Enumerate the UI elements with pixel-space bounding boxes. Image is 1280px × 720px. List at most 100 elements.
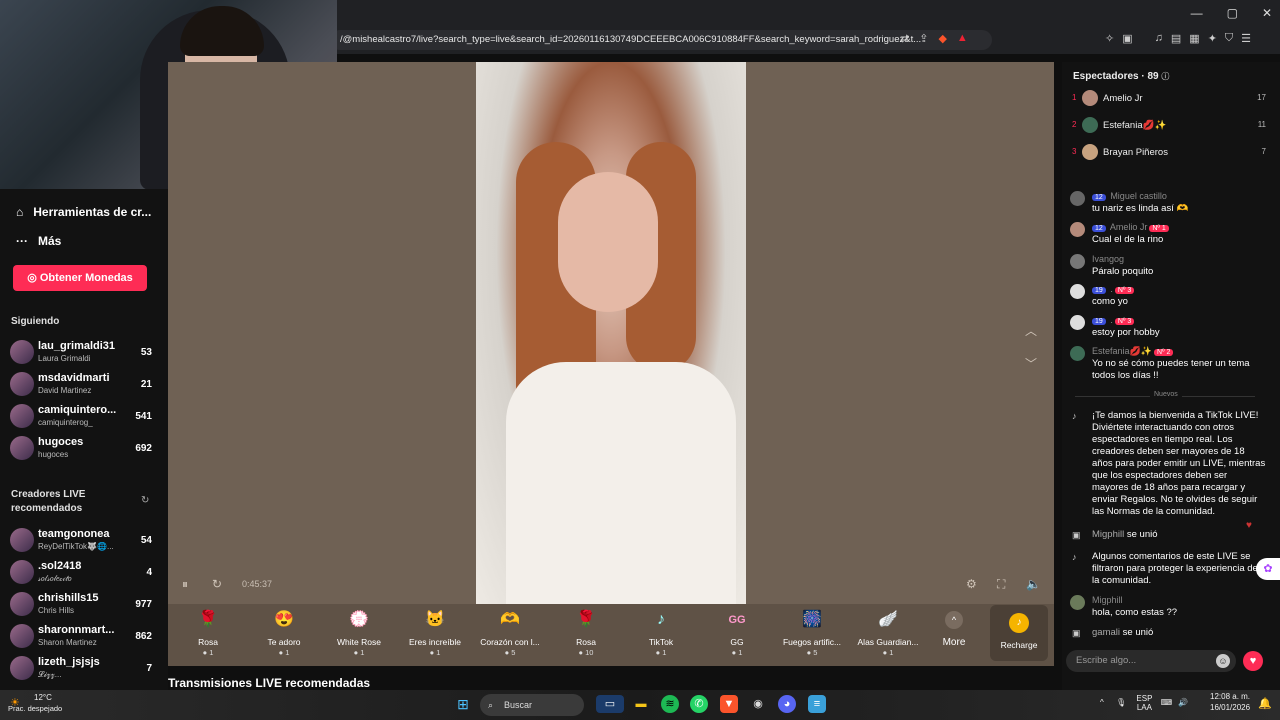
file-explorer-icon[interactable]: ▬: [632, 695, 650, 713]
following-account[interactable]: camiquintero... camiquinterog_ 541: [10, 402, 152, 432]
minimize-icon[interactable]: —: [1191, 6, 1203, 20]
weather-widget[interactable]: ☀ 12°C Prac. despejado: [8, 693, 62, 713]
windows-start-icon[interactable]: ⊞: [454, 695, 472, 713]
gift-item[interactable]: 🌹 Rosa ● 10: [553, 608, 619, 657]
following-account[interactable]: lau_grimaldi31 Laura Grimaldi 53: [10, 338, 152, 368]
search-icon: ⌕: [488, 700, 494, 710]
music-icon[interactable]: ♫: [1155, 32, 1163, 45]
following-title: Siguiendo: [11, 316, 60, 327]
recommended-account[interactable]: .sol2418 𝓈𝑜𝓁𝓈𝑜𝓁𝑒𝒸𝒾𝓉𝑜 4: [10, 558, 152, 588]
nav-more[interactable]: ··· Más: [16, 234, 61, 248]
live-video[interactable]: [476, 62, 746, 604]
whatsapp-icon[interactable]: ✆: [690, 695, 708, 713]
gift-item[interactable]: 🌹 Rosa ● 1: [175, 608, 241, 657]
get-coins-button[interactable]: ◎ Obtener Monedas: [13, 265, 147, 291]
taskbar-search[interactable]: ⌕ Buscar: [480, 694, 584, 716]
notification-icon[interactable]: 🔔: [1258, 697, 1272, 710]
avatar: [1070, 284, 1085, 299]
leo-icon[interactable]: ✦: [1208, 32, 1217, 45]
recharge-button[interactable]: ♪ Recharge: [990, 605, 1048, 661]
share-icon[interactable]: ⇪: [919, 32, 928, 45]
viewers-count[interactable]: Espectadores · 89 ⓘ: [1073, 71, 1169, 82]
reader-icon[interactable]: ▣: [1122, 32, 1132, 45]
discord-icon[interactable]: ◕: [778, 695, 796, 713]
menu-icon[interactable]: ☰: [1241, 32, 1251, 45]
gift-item[interactable]: 🫶 Corazón con l... ● 5: [477, 608, 543, 657]
avatar: [10, 372, 34, 396]
rank-badge: Nº 3: [1114, 287, 1135, 294]
chevron-down-icon[interactable]: ﹀: [1025, 355, 1037, 372]
heart-icon: 😍: [274, 611, 294, 628]
chat-input[interactable]: Escribe algo... ☺: [1066, 650, 1236, 672]
close-icon[interactable]: ✕: [1262, 6, 1272, 20]
avatar: [1070, 346, 1085, 361]
vpn-icon[interactable]: ⛉: [1225, 32, 1233, 45]
avatar: [1082, 90, 1098, 106]
gift-item[interactable]: 🎆 Fuegos artific... ● 5: [779, 608, 845, 657]
avatar: [10, 560, 34, 584]
refresh-icon[interactable]: ↻: [212, 577, 222, 591]
rose-icon: 🌹: [576, 611, 596, 628]
like-button[interactable]: ♥: [1243, 651, 1263, 671]
spotify-icon[interactable]: ≋: [661, 695, 679, 713]
gift-item[interactable]: 🪽 Alas Guardian... ● 1: [855, 608, 921, 657]
brave-shield-icon[interactable]: ◆: [938, 32, 946, 45]
gift-item[interactable]: 💮 White Rose ● 1: [326, 608, 392, 657]
top-viewer[interactable]: 3 Brayan Piñeros 7: [1070, 144, 1266, 162]
pause-icon[interactable]: ⏸: [182, 577, 188, 592]
recommended-creators-title: Creadores LIVE recomendados: [11, 489, 86, 514]
recommended-account[interactable]: sharonnmart... Sharon Martinez 862: [10, 622, 152, 652]
extension-icon[interactable]: ✧: [1105, 32, 1114, 45]
url-text: /@mishealcastro7/live?search_type=live&s…: [340, 34, 922, 45]
join-icon: ▣: [1072, 628, 1081, 638]
tiktok-icon: ♪: [657, 611, 665, 628]
clock[interactable]: 12:08 a. m. 16/01/2026: [1210, 692, 1250, 712]
brave-browser-icon[interactable]: ▼: [720, 695, 738, 713]
brave-rewards-icon[interactable]: ▲: [957, 32, 968, 45]
top-viewer[interactable]: 1 Amelio Jr 17: [1070, 90, 1266, 108]
avatar: [1070, 222, 1085, 237]
maximize-icon[interactable]: ▢: [1227, 6, 1238, 20]
microphone-icon[interactable]: 🎙: [1116, 698, 1126, 707]
avatar: [10, 656, 34, 680]
more-gifts-button[interactable]: ^ More: [921, 608, 987, 648]
white-rose-icon: 💮: [349, 611, 369, 628]
new-messages-divider: Nuevos: [1150, 391, 1182, 398]
network-icon[interactable]: ⌨: [1161, 698, 1173, 707]
wallet-icon[interactable]: ▦: [1189, 32, 1199, 45]
chevron-up-icon: ^: [945, 611, 963, 629]
sidebar-icon[interactable]: ▤: [1171, 32, 1181, 45]
avatar: [1070, 315, 1085, 330]
volume-icon[interactable]: 🔈: [1026, 577, 1041, 591]
translate-icon[interactable]: ⇄: [900, 32, 909, 45]
avatar: [10, 436, 34, 460]
chevron-up-icon[interactable]: ︿: [1025, 322, 1037, 339]
volume-icon[interactable]: 🔊: [1178, 698, 1188, 707]
obs-icon[interactable]: ◉: [749, 695, 767, 713]
gift-item[interactable]: ♪ TikTok ● 1: [628, 608, 694, 657]
gift-item[interactable]: GG GG ● 1: [704, 608, 770, 657]
following-account[interactable]: msdavidmarti David Martinez 21: [10, 370, 152, 400]
gift-item[interactable]: 😍 Te adoro ● 1: [251, 608, 317, 657]
news-icon[interactable]: ▭: [596, 695, 624, 713]
avatar: [1070, 254, 1085, 269]
recommended-account[interactable]: teamgononea ReyDelTikTok🐺🌐... 54: [10, 526, 152, 556]
address-bar[interactable]: /@mishealcastro7/live?search_type=live&s…: [330, 30, 992, 50]
avatar: [10, 404, 34, 428]
chevron-up-icon[interactable]: ^: [1100, 698, 1104, 707]
heart-icon: ♥: [1249, 655, 1257, 667]
settings-icon[interactable]: ⚙: [966, 577, 977, 591]
fullscreen-icon[interactable]: ⛶: [997, 577, 1005, 592]
assistant-icon[interactable]: ✿: [1256, 558, 1280, 580]
rank-badge: Nº 1: [1149, 225, 1169, 232]
gift-item[interactable]: 🐱 Eres increíble ● 1: [402, 608, 468, 657]
notepad-icon[interactable]: ≡: [808, 695, 826, 713]
recommended-account[interactable]: chrishills15 Chris Hills 977: [10, 590, 152, 620]
nav-creator-tools[interactable]: ⌂ Herramientas de cr...: [16, 205, 151, 219]
emoji-icon[interactable]: ☺: [1216, 654, 1230, 668]
info-icon[interactable]: ⓘ: [1161, 72, 1169, 81]
top-viewer[interactable]: 2 Estefania💋✨ 11: [1070, 117, 1266, 135]
following-account[interactable]: hugoces hugoces 692: [10, 434, 152, 464]
recommended-account[interactable]: lizeth_jsjsjs 𝓛𝓲𝔃𝔃... 7: [10, 654, 152, 684]
refresh-icon[interactable]: ↻: [141, 495, 149, 506]
